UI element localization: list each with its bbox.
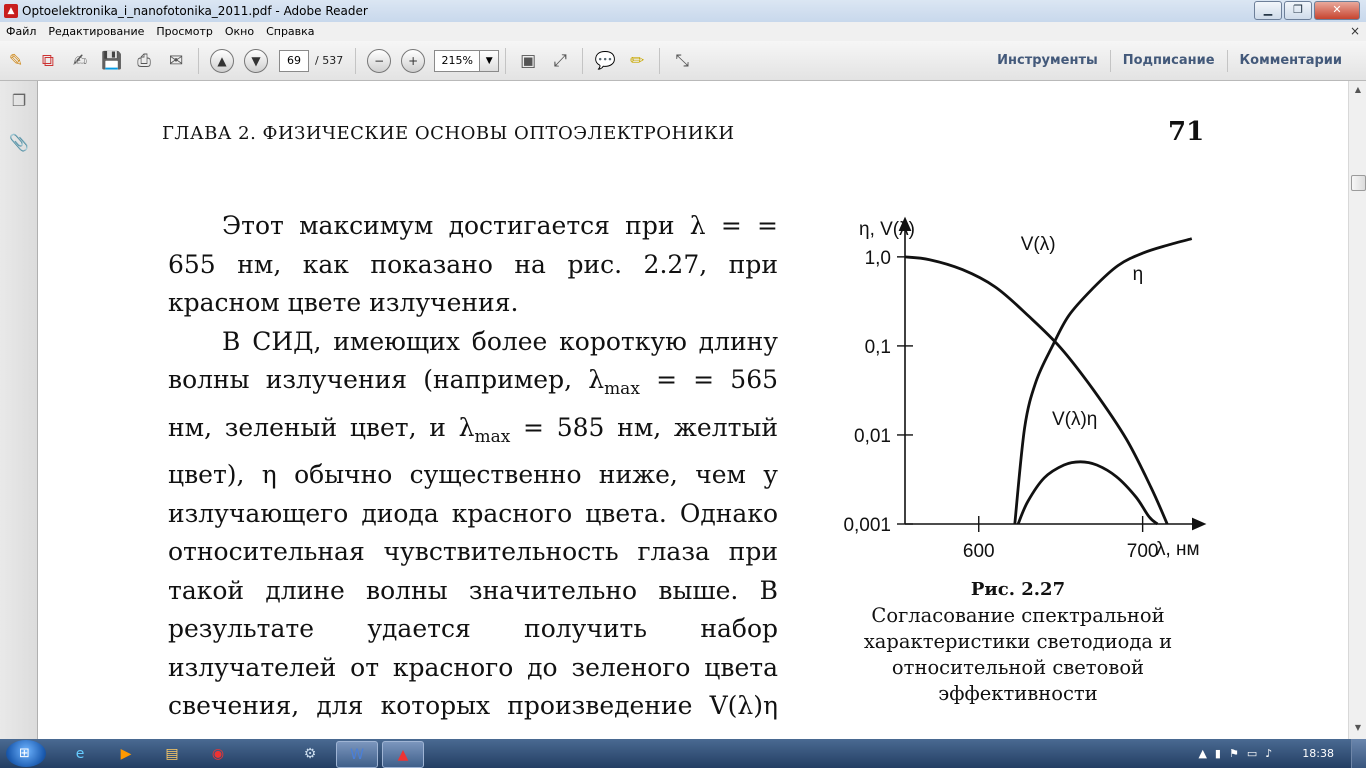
toolbar: ✎ ⧉ ✍ 💾 ⎙ ✉ ▲ ▼ 69 / 537 − + 215% ▼ ▣ ⤢ …	[0, 41, 1366, 81]
chevron-up-icon[interactable]: ▲	[1198, 747, 1206, 760]
y-tick-label: 0,001	[843, 515, 891, 536]
figure-caption-title: Рис. 2.27	[970, 579, 1066, 600]
figure-caption-text: Согласование спектральной характеристики…	[863, 604, 1173, 705]
taskbar: ⊞ e ▶ ▤ ◉ ⚙ W ▲ ▲ ▮ ⚑ ▭ ♪ 18:38	[0, 739, 1366, 768]
pdf-icon: ▲	[4, 4, 18, 18]
tools-pane-button[interactable]: Инструменты	[985, 53, 1110, 68]
running-head: ГЛАВА 2. ФИЗИЧЕСКИЕ ОСНОВЫ ОПТОЭЛЕКТРОНИ…	[162, 123, 735, 144]
x-axis-label: λ, нм	[1156, 539, 1200, 560]
toolbar-separator	[505, 47, 507, 74]
x-tick-label: 600	[963, 541, 995, 562]
email-icon[interactable]: ✉	[163, 48, 189, 74]
menu-file[interactable]: Файл	[0, 25, 42, 38]
figure-chart: 1,00,10,010,001600 700η, V(λ)λ, нмV(λ)ηV(…	[843, 216, 1207, 562]
subscript: max	[474, 426, 511, 447]
paragraph: Этот максимум достигается при λ = = 655 …	[168, 211, 778, 317]
y-tick-label: 1,0	[865, 248, 891, 269]
print-icon[interactable]: ⎙	[131, 48, 157, 74]
combine-files-icon[interactable]: ⧉	[35, 48, 61, 74]
y-tick-label: 0,1	[865, 337, 891, 358]
document-close-icon[interactable]: ×	[1350, 24, 1360, 38]
toolbar-separator	[355, 47, 357, 74]
fit-page-icon[interactable]: ▣	[515, 48, 541, 74]
toolbar-panels: Инструменты Подписание Комментарии	[985, 41, 1354, 80]
series-label: η	[1133, 264, 1144, 285]
menu-help[interactable]: Справка	[260, 25, 320, 38]
navigation-pane: ❐ 📎	[0, 81, 38, 739]
toolbar-separator	[582, 47, 584, 74]
battery-icon[interactable]: ▭	[1247, 747, 1257, 760]
comment-pane-button[interactable]: Комментарии	[1228, 53, 1354, 68]
series-line-v-lambda	[904, 255, 1169, 525]
volume-icon[interactable]: ♪	[1265, 747, 1272, 760]
menu-edit[interactable]: Редактирование	[42, 25, 150, 38]
edit-document-icon[interactable]: ✍	[67, 48, 93, 74]
sign-pane-button[interactable]: Подписание	[1111, 53, 1227, 68]
fit-width-icon[interactable]: ⤢	[547, 48, 573, 74]
window-title: Optoelektronika_i_nanofotonika_2011.pdf …	[22, 4, 368, 18]
settings-icon[interactable]: ⚙	[290, 741, 330, 766]
maximize-icon[interactable]: ❐	[1284, 1, 1312, 20]
menu-window[interactable]: Окно	[219, 25, 260, 38]
x-tick-label: 700	[1127, 541, 1159, 562]
vertical-scrollbar[interactable]: ▲ ▼	[1348, 81, 1366, 739]
page-number-input[interactable]: 69	[279, 49, 309, 72]
flag-icon[interactable]: ⚑	[1229, 747, 1239, 760]
zoom-in-icon[interactable]: +	[401, 48, 426, 73]
scroll-up-icon[interactable]: ▲	[1352, 85, 1364, 97]
subscript: max	[604, 379, 640, 399]
word-icon[interactable]: W	[336, 741, 378, 768]
page-thumbnails-icon[interactable]: ❐	[9, 91, 29, 113]
scrollbar-thumb[interactable]	[1351, 175, 1366, 191]
y-tick-label: 0,01	[854, 426, 891, 447]
body-text: Этот максимум достигается при λ = = 655 …	[168, 207, 778, 739]
acrobat-icon[interactable]: ▲	[382, 741, 424, 768]
fullscreen-icon[interactable]: ⤡	[669, 48, 695, 74]
media-player-icon[interactable]: ▶	[106, 741, 146, 766]
paragraph-text: = 585 нм, желтый цвет), η обычно существ…	[168, 412, 779, 740]
save-icon[interactable]: 💾	[99, 48, 125, 74]
page-total: / 537	[315, 54, 344, 67]
minimize-icon[interactable]: ▁	[1254, 1, 1282, 20]
page-number: 71	[1168, 117, 1205, 147]
system-tray: ▲ ▮ ⚑ ▭ ♪ 18:38	[1194, 739, 1366, 768]
explorer-icon[interactable]: ▤	[152, 741, 192, 766]
menu-view[interactable]: Просмотр	[150, 25, 218, 38]
page-up-icon[interactable]: ▲	[210, 48, 234, 73]
series-line-v-lambda-eta	[1016, 460, 1159, 526]
windows-icon: ⊞	[19, 746, 30, 761]
paragraph: В СИД, имеющих более короткую длину волн…	[168, 323, 778, 740]
attachments-icon[interactable]: 📎	[9, 133, 29, 155]
page-down-icon[interactable]: ▼	[244, 48, 268, 73]
start-button[interactable]: ⊞	[6, 740, 46, 767]
title-bar: ▲ Optoelektronika_i_nanofotonika_2011.pd…	[0, 0, 1366, 22]
show-desktop-button[interactable]	[1351, 739, 1366, 768]
scroll-down-icon[interactable]: ▼	[1352, 723, 1364, 735]
zoom-level-input[interactable]: 215%	[434, 49, 481, 72]
window-controls: ▁ ❐ ✕	[1254, 1, 1360, 20]
y-axis-label: η, V(λ)	[859, 219, 915, 240]
series-label: V(λ)η	[1052, 409, 1097, 430]
zoom-dropdown-icon[interactable]: ▼	[480, 49, 500, 72]
toolbar-separator	[198, 47, 199, 74]
chrome-icon[interactable]: ◉	[198, 741, 238, 766]
toolbar-separator	[659, 47, 661, 74]
zoom-out-icon[interactable]: −	[367, 48, 392, 73]
menu-bar: Файл Редактирование Просмотр Окно Справк…	[0, 22, 1366, 41]
series-label: V(λ)	[1021, 234, 1056, 255]
signal-icon[interactable]: ▮	[1215, 747, 1221, 760]
create-pdf-icon[interactable]: ✎	[3, 48, 29, 74]
close-icon[interactable]: ✕	[1314, 1, 1360, 20]
ie-icon[interactable]: e	[60, 741, 100, 766]
document-page: ГЛАВА 2. ФИЗИЧЕСКИЕ ОСНОВЫ ОПТОЭЛЕКТРОНИ…	[38, 81, 1347, 739]
highlight-icon[interactable]: ✏	[624, 48, 650, 74]
comment-icon[interactable]: 💬	[592, 48, 618, 74]
clock: 18:38	[1302, 747, 1334, 760]
